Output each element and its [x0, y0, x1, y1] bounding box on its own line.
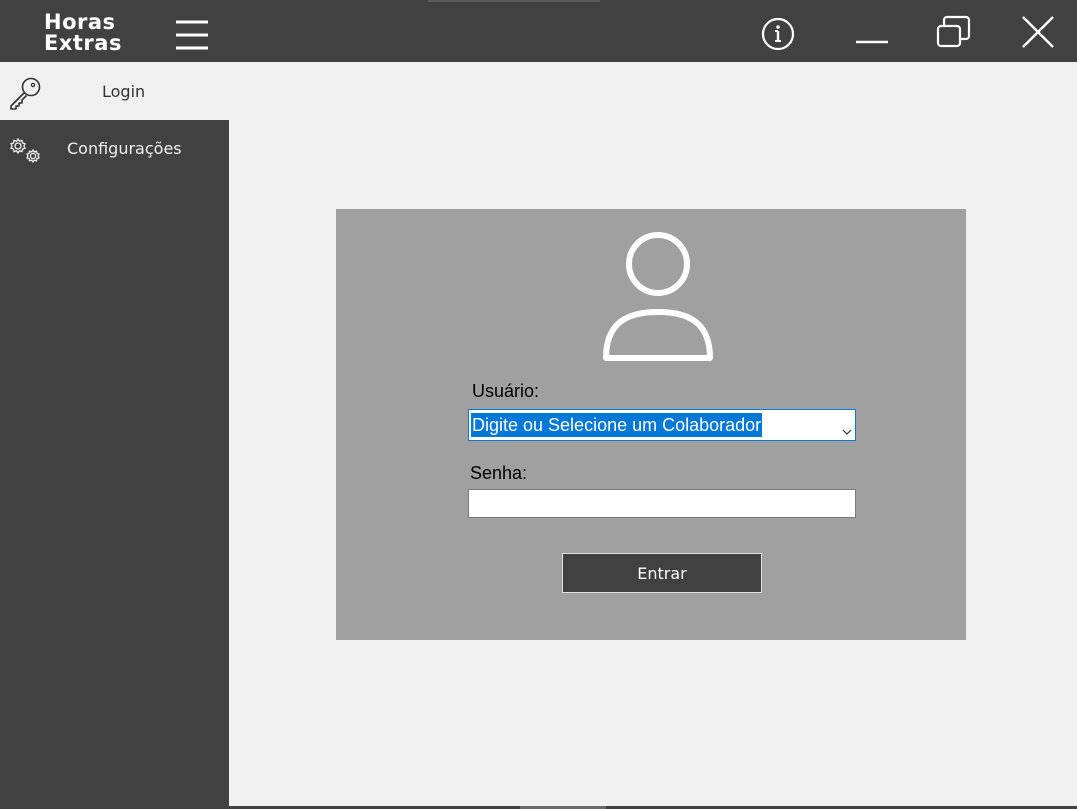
- password-label: Senha:: [470, 463, 528, 483]
- enter-button[interactable]: Entrar: [562, 553, 762, 593]
- title-bar-accent: [428, 0, 600, 2]
- minimize-icon: [856, 40, 888, 44]
- key-icon: [8, 76, 44, 114]
- sidebar: Login Configurações: [0, 62, 229, 807]
- restore-icon: [936, 15, 971, 48]
- menu-icon: [176, 20, 208, 50]
- gears-icon: [8, 136, 44, 170]
- title-bar: Horas Extras: [0, 0, 1077, 62]
- logo-line-1: Horas: [44, 10, 116, 34]
- close-icon: [1022, 16, 1054, 48]
- info-icon: [761, 17, 795, 51]
- user-icon: [600, 230, 716, 366]
- close-button[interactable]: [1010, 8, 1066, 56]
- password-field[interactable]: [468, 489, 856, 518]
- sidebar-item-configuracoes[interactable]: Configurações: [0, 120, 229, 176]
- sidebar-item-label: Configurações: [67, 139, 182, 158]
- logo-line-2: Extras: [44, 31, 122, 55]
- restore-button[interactable]: [926, 8, 982, 56]
- sidebar-item-label: Login: [102, 82, 146, 101]
- sidebar-item-login[interactable]: Login: [0, 62, 229, 120]
- user-combobox[interactable]: Digite ou Selecione um Colaborador: [468, 409, 856, 441]
- minimize-button[interactable]: [844, 8, 900, 56]
- app-logo: Horas Extras: [44, 12, 134, 56]
- user-combobox-value: Digite ou Selecione um Colaborador: [471, 413, 763, 437]
- menu-button[interactable]: [170, 18, 214, 56]
- user-label: Usuário:: [472, 381, 540, 401]
- login-panel: Usuário: Digite ou Selecione um Colabora…: [336, 209, 966, 640]
- chevron-down-icon[interactable]: [842, 421, 852, 440]
- info-button[interactable]: [750, 8, 806, 56]
